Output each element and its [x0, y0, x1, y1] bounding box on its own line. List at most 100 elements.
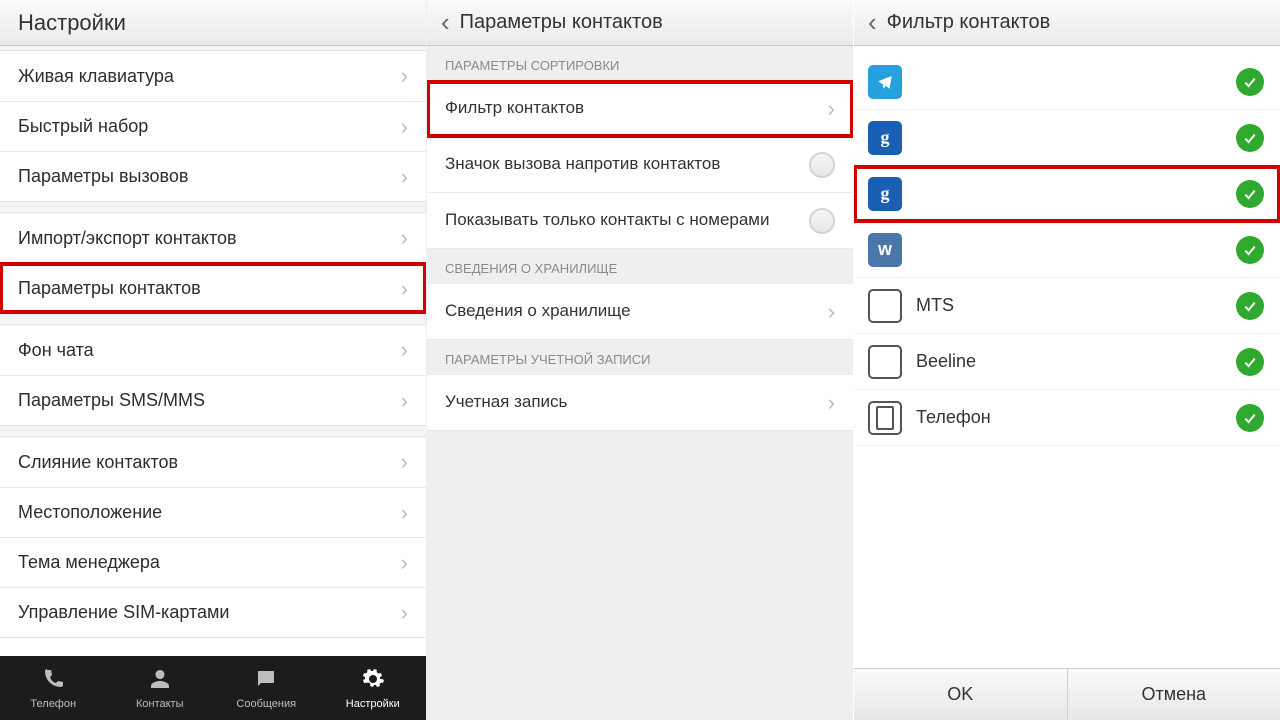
param-label: Сведения о хранилище: [445, 300, 828, 322]
account-row[interactable]: [854, 54, 1280, 110]
chevron-right-icon: ›: [401, 388, 408, 414]
param-row[interactable]: Фильтр контактов›: [427, 81, 853, 137]
param-label: Учетная запись: [445, 391, 828, 413]
phone-device-icon: [868, 401, 902, 435]
check-icon: [1236, 124, 1264, 152]
settings-item-label: Параметры вызовов: [18, 166, 188, 187]
param-row[interactable]: Учетная запись›: [427, 375, 853, 431]
account-label: Beeline: [916, 351, 1222, 372]
dialog-footer: OK Отмена: [854, 668, 1280, 720]
google-icon: g: [868, 121, 902, 155]
check-icon: [1236, 180, 1264, 208]
settings-item-label: Местоположение: [18, 502, 162, 523]
settings-item-label: Фон чата: [18, 340, 94, 361]
vk-icon: w: [868, 233, 902, 267]
nav-label: Контакты: [136, 698, 184, 710]
chevron-right-icon: ›: [401, 276, 408, 302]
settings-title: Настройки: [0, 0, 426, 46]
sim-icon: ◷: [868, 345, 902, 379]
param-row[interactable]: Показывать только контакты с номерами: [427, 193, 853, 249]
contact-icon: [148, 667, 172, 694]
settings-item-label: Управление SIM-картами: [18, 602, 229, 623]
param-label: Значок вызова напротив контактов: [445, 153, 809, 175]
chevron-right-icon: ›: [401, 114, 408, 140]
settings-list: Живая клавиатура›Быстрый набор›Параметры…: [0, 46, 426, 638]
ok-button[interactable]: OK: [854, 669, 1067, 720]
filter-list: ggw◷MTS◷BeelineТелефон: [854, 46, 1280, 446]
check-icon: [1236, 68, 1264, 96]
back-icon[interactable]: ‹: [864, 7, 881, 38]
account-label: Телефон: [916, 407, 1222, 428]
chevron-right-icon: ›: [828, 299, 835, 325]
contact-params-list: ПАРАМЕТРЫ СОРТИРОВКИФильтр контактов›Зна…: [427, 46, 853, 431]
section-header: СВЕДЕНИЯ О ХРАНИЛИЩЕ: [427, 249, 853, 284]
toggle-off-icon[interactable]: [809, 152, 835, 178]
nav-contact[interactable]: Контакты: [107, 656, 214, 720]
chevron-right-icon: ›: [401, 500, 408, 526]
settings-item[interactable]: Местоположение ›: [0, 487, 426, 537]
nav-label: Настройки: [346, 698, 400, 710]
check-icon: [1236, 404, 1264, 432]
settings-item[interactable]: Управление SIM-картами ›: [0, 587, 426, 637]
account-row[interactable]: g: [854, 110, 1280, 166]
settings-item[interactable]: Импорт/экспорт контактов›: [0, 213, 426, 263]
settings-item[interactable]: Параметры вызовов ›: [0, 151, 426, 201]
toggle-off-icon[interactable]: [809, 208, 835, 234]
settings-item-label: Параметры контактов: [18, 278, 201, 299]
filter-header: ‹ Фильтр контактов: [854, 0, 1280, 46]
telegram-icon: [868, 65, 902, 99]
check-icon: [1236, 348, 1264, 376]
param-label: Фильтр контактов: [445, 97, 828, 119]
section-header: ПАРАМЕТРЫ СОРТИРОВКИ: [427, 46, 853, 81]
check-icon: [1236, 292, 1264, 320]
account-row[interactable]: g: [854, 166, 1280, 222]
settings-item-label: Параметры SMS/MMS: [18, 390, 205, 411]
settings-item[interactable]: Быстрый набор ›: [0, 101, 426, 151]
sms-icon: [254, 667, 278, 694]
settings-item[interactable]: Фон чата ›: [0, 325, 426, 375]
check-icon: [1236, 236, 1264, 264]
chevron-right-icon: ›: [401, 63, 408, 89]
account-row[interactable]: ◷ MTS: [854, 278, 1280, 334]
settings-item[interactable]: Слияние контактов ›: [0, 437, 426, 487]
account-row[interactable]: w: [854, 222, 1280, 278]
settings-item-label: Слияние контактов: [18, 452, 178, 473]
settings-item[interactable]: Параметры контактов ›: [0, 263, 426, 313]
cancel-button[interactable]: Отмена: [1067, 669, 1280, 720]
filter-title: Фильтр контактов: [887, 11, 1051, 34]
settings-item-label: Импорт/экспорт контактов: [18, 228, 237, 249]
nav-sms[interactable]: Сообщения: [213, 656, 320, 720]
settings-item[interactable]: Параметры SMS/MMS ›: [0, 375, 426, 425]
section-header: ПАРАМЕТРЫ УЧЕТНОЙ ЗАПИСИ: [427, 340, 853, 375]
settings-item[interactable]: Живая клавиатура ›: [0, 51, 426, 101]
settings-item-label: Тема менеджера: [18, 552, 160, 573]
contact-params-pane: ‹ Параметры контактов ПАРАМЕТРЫ СОРТИРОВ…: [426, 0, 853, 720]
nav-phone[interactable]: Телефон: [0, 656, 107, 720]
account-row[interactable]: Телефон: [854, 390, 1280, 446]
settings-item-label: Живая клавиатура: [18, 66, 174, 87]
chevron-right-icon: ›: [401, 449, 408, 475]
chevron-right-icon: ›: [401, 164, 408, 190]
settings-item[interactable]: Тема менеджера ›: [0, 537, 426, 587]
bottom-nav: Телефон Контакты Сообщения Настройки: [0, 656, 426, 720]
account-row[interactable]: ◷ Beeline: [854, 334, 1280, 390]
google-icon: g: [868, 177, 902, 211]
nav-label: Телефон: [30, 698, 76, 710]
param-row[interactable]: Сведения о хранилище›: [427, 284, 853, 340]
account-label: MTS: [916, 295, 1222, 316]
gear-icon: [361, 667, 385, 694]
filter-pane: ‹ Фильтр контактов ggw◷MTS◷BeelineТелефо…: [853, 0, 1280, 720]
nav-gear[interactable]: Настройки: [320, 656, 427, 720]
settings-pane: Настройки Живая клавиатура›Быстрый набор…: [0, 0, 426, 720]
param-row[interactable]: Значок вызова напротив контактов: [427, 137, 853, 193]
chevron-right-icon: ›: [401, 337, 408, 363]
chevron-right-icon: ›: [401, 600, 408, 626]
chevron-right-icon: ›: [828, 96, 835, 122]
back-icon[interactable]: ‹: [437, 7, 454, 38]
contact-params-header: ‹ Параметры контактов: [427, 0, 853, 46]
contact-params-title: Параметры контактов: [460, 11, 663, 34]
settings-item-label: Быстрый набор: [18, 116, 148, 137]
phone-icon: [41, 667, 65, 694]
sim-icon: ◷: [868, 289, 902, 323]
chevron-right-icon: ›: [401, 550, 408, 576]
